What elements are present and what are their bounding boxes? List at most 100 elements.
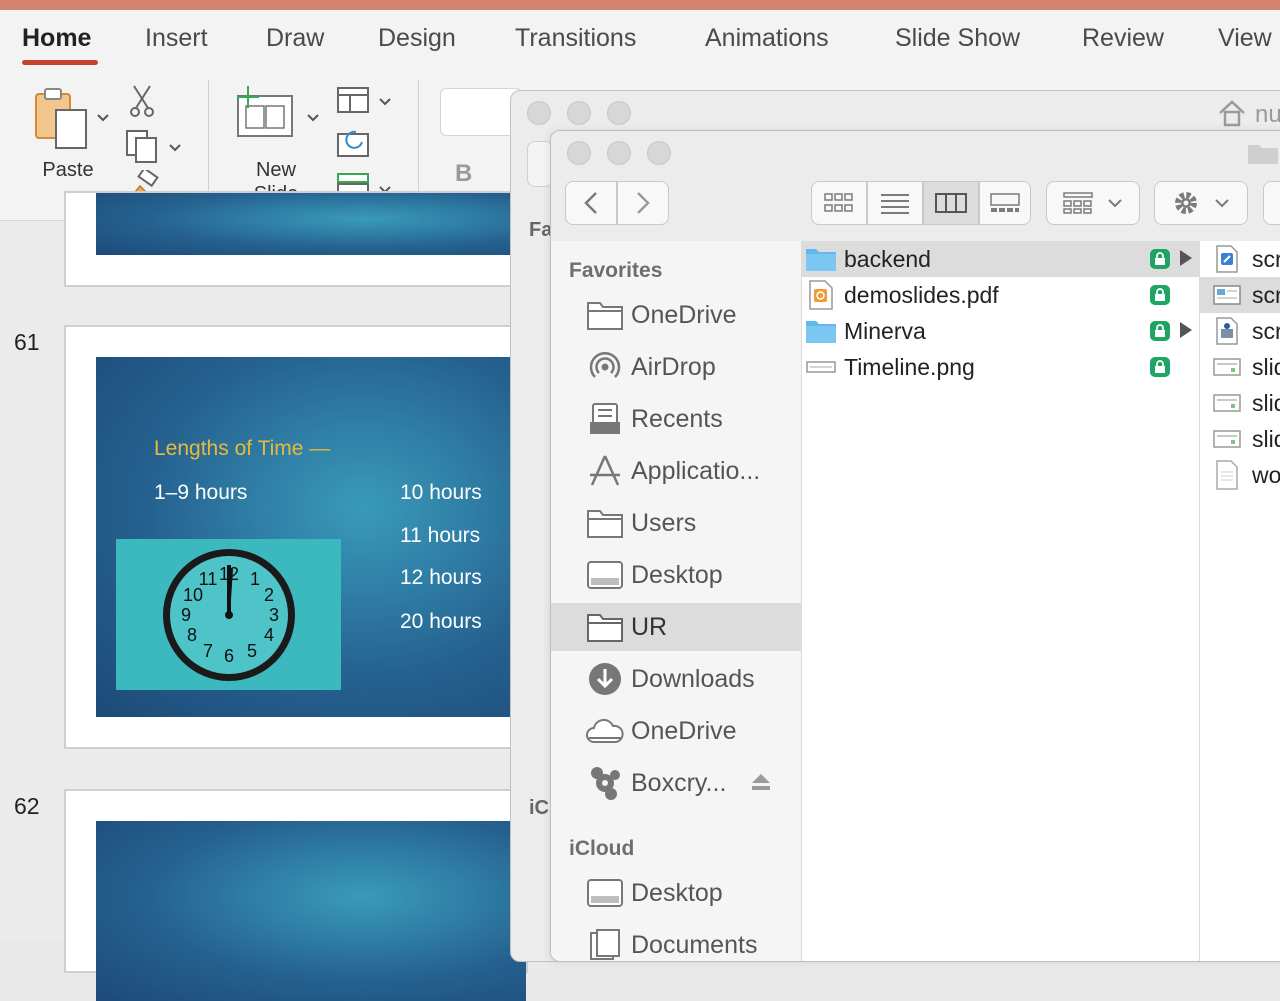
zoom-button[interactable] bbox=[607, 101, 631, 125]
minimize-button[interactable] bbox=[567, 101, 591, 125]
file-name: demoslides.pdf bbox=[844, 281, 999, 308]
share-button[interactable] bbox=[1263, 181, 1280, 225]
eject-icon[interactable] bbox=[751, 773, 771, 796]
slide-file-icon bbox=[1212, 388, 1242, 418]
clock-number: 4 bbox=[264, 625, 274, 645]
column-view-button[interactable] bbox=[923, 181, 979, 225]
close-button[interactable] bbox=[527, 101, 551, 125]
new-slide-icon[interactable] bbox=[232, 84, 298, 140]
cut-icon[interactable] bbox=[128, 84, 156, 118]
gallery-view-button[interactable] bbox=[979, 181, 1031, 225]
file-row[interactable]: scr bbox=[1200, 277, 1280, 313]
chevron-left-icon bbox=[584, 192, 597, 214]
sidebar-item-desktop[interactable]: Desktop bbox=[551, 551, 801, 599]
lock-icon bbox=[1150, 357, 1170, 377]
slide-thumbnail-61[interactable]: Lengths of Time — 1–9 hours 10 hours 11 … bbox=[64, 325, 528, 749]
sidebar-item-boxcryptor[interactable]: Boxcry... bbox=[551, 759, 801, 807]
slide-thumbnail-pane[interactable]: 61 Lengths of Time — 1–9 hours 10 hours … bbox=[0, 191, 528, 1001]
bold-button[interactable]: B bbox=[455, 160, 472, 188]
slide-file-icon bbox=[1212, 352, 1242, 382]
file-row[interactable]: wo bbox=[1200, 457, 1280, 493]
applications-icon bbox=[585, 451, 625, 491]
file-name: backend bbox=[844, 245, 931, 272]
sidebar-item-label: Desktop bbox=[631, 878, 723, 907]
disclosure-arrow-icon[interactable] bbox=[1180, 250, 1192, 266]
tab-view[interactable]: View bbox=[1218, 24, 1272, 53]
sidebar-item-airdrop[interactable]: AirDrop bbox=[551, 343, 801, 391]
sidebar-item-label: Boxcry... bbox=[631, 768, 727, 797]
file-row[interactable]: scr bbox=[1200, 241, 1280, 277]
group-by-button[interactable] bbox=[1046, 181, 1140, 225]
file-row[interactable]: slid bbox=[1200, 385, 1280, 421]
sidebar-item-label: Documents bbox=[631, 930, 758, 959]
reset-slide-icon[interactable] bbox=[336, 128, 370, 158]
file-row[interactable]: scr bbox=[1200, 313, 1280, 349]
file-row[interactable]: slid bbox=[1200, 349, 1280, 385]
sidebar-item-downloads[interactable]: Downloads bbox=[551, 655, 801, 703]
zoom-button[interactable] bbox=[647, 141, 671, 165]
paste-label[interactable]: Paste bbox=[28, 158, 108, 182]
finder-column-1: backend demoslides.pdf Minerva Timeline.… bbox=[802, 241, 1200, 961]
slide-number: 62 bbox=[14, 793, 40, 819]
minimize-button[interactable] bbox=[607, 141, 631, 165]
ppt-titlebar bbox=[0, 0, 1280, 10]
slide-thumbnail-60[interactable] bbox=[64, 191, 528, 287]
file-row-demoslides[interactable]: demoslides.pdf bbox=[802, 277, 1199, 313]
tab-design[interactable]: Design bbox=[378, 24, 456, 53]
layout-icon[interactable] bbox=[336, 86, 370, 114]
sidebar-item-onedrive[interactable]: OneDrive bbox=[551, 291, 801, 339]
tab-insert[interactable]: Insert bbox=[145, 24, 208, 53]
slide-thumbnail-62[interactable] bbox=[64, 789, 528, 1001]
tab-home[interactable]: Home bbox=[22, 24, 91, 53]
file-row[interactable]: slid bbox=[1200, 421, 1280, 457]
tab-transitions[interactable]: Transitions bbox=[515, 24, 636, 53]
tab-review[interactable]: Review bbox=[1082, 24, 1164, 53]
sidebar-item-onedrive-cloud[interactable]: OneDrive bbox=[551, 707, 801, 755]
forward-button[interactable] bbox=[617, 181, 669, 225]
close-button[interactable] bbox=[567, 141, 591, 165]
clock-number: 5 bbox=[247, 641, 257, 661]
file-row-minerva[interactable]: Minerva bbox=[802, 313, 1199, 349]
slide-text-item: 12 hours bbox=[400, 566, 482, 589]
action-button[interactable] bbox=[1154, 181, 1248, 225]
sidebar-item-icloud-desktop[interactable]: Desktop bbox=[551, 869, 801, 917]
sidebar-item-label: OneDrive bbox=[631, 300, 737, 329]
file-name: scr bbox=[1252, 317, 1280, 344]
finder-toolbar bbox=[551, 131, 1280, 242]
paste-icon[interactable] bbox=[30, 86, 92, 152]
sidebar-item-label: UR bbox=[631, 612, 668, 641]
file-row-timeline[interactable]: Timeline.png bbox=[802, 349, 1199, 385]
lock-icon bbox=[1150, 321, 1170, 341]
finder-window[interactable]: Favorites OneDrive AirDrop Recents Appli… bbox=[550, 130, 1280, 962]
cloud-icon bbox=[585, 711, 625, 751]
clock-image: 12 1 2 3 4 5 6 7 8 9 10 11 bbox=[116, 539, 341, 690]
tab-draw[interactable]: Draw bbox=[266, 24, 324, 53]
clock-number: 9 bbox=[181, 605, 191, 625]
documents-icon bbox=[585, 925, 625, 961]
back-button[interactable] bbox=[565, 181, 617, 225]
sidebar-item-recents[interactable]: Recents bbox=[551, 395, 801, 443]
new-slide-chevron-down-icon[interactable] bbox=[306, 110, 320, 122]
new-slide-label-line1[interactable]: New bbox=[236, 158, 316, 182]
sidebar-item-icloud-documents[interactable]: Documents bbox=[551, 921, 801, 961]
icon-view-button[interactable] bbox=[811, 181, 867, 225]
sidebar-item-label: Downloads bbox=[631, 664, 755, 693]
sidebar-item-applications[interactable]: Applicatio... bbox=[551, 447, 801, 495]
screenshot-file-icon bbox=[1212, 280, 1242, 310]
sidebar-item-users[interactable]: Users bbox=[551, 499, 801, 547]
paste-chevron-down-icon[interactable] bbox=[96, 110, 110, 122]
file-name: slid bbox=[1252, 425, 1280, 452]
copy-chevron-down-icon[interactable] bbox=[168, 140, 182, 152]
chevron-right-icon bbox=[637, 192, 650, 214]
tab-animations[interactable]: Animations bbox=[705, 24, 829, 53]
clock-number: 6 bbox=[224, 646, 234, 666]
sidebar-item-ur[interactable]: UR bbox=[551, 603, 801, 651]
disclosure-arrow-icon[interactable] bbox=[1180, 322, 1192, 338]
chevron-down-icon bbox=[1108, 199, 1122, 208]
file-row-backend[interactable]: backend bbox=[802, 241, 1199, 277]
list-view-button[interactable] bbox=[867, 181, 923, 225]
layout-chevron-down-icon[interactable] bbox=[378, 94, 392, 106]
tab-slide-show[interactable]: Slide Show bbox=[895, 24, 1020, 53]
copy-icon[interactable] bbox=[124, 128, 160, 164]
lock-icon bbox=[1150, 285, 1170, 305]
